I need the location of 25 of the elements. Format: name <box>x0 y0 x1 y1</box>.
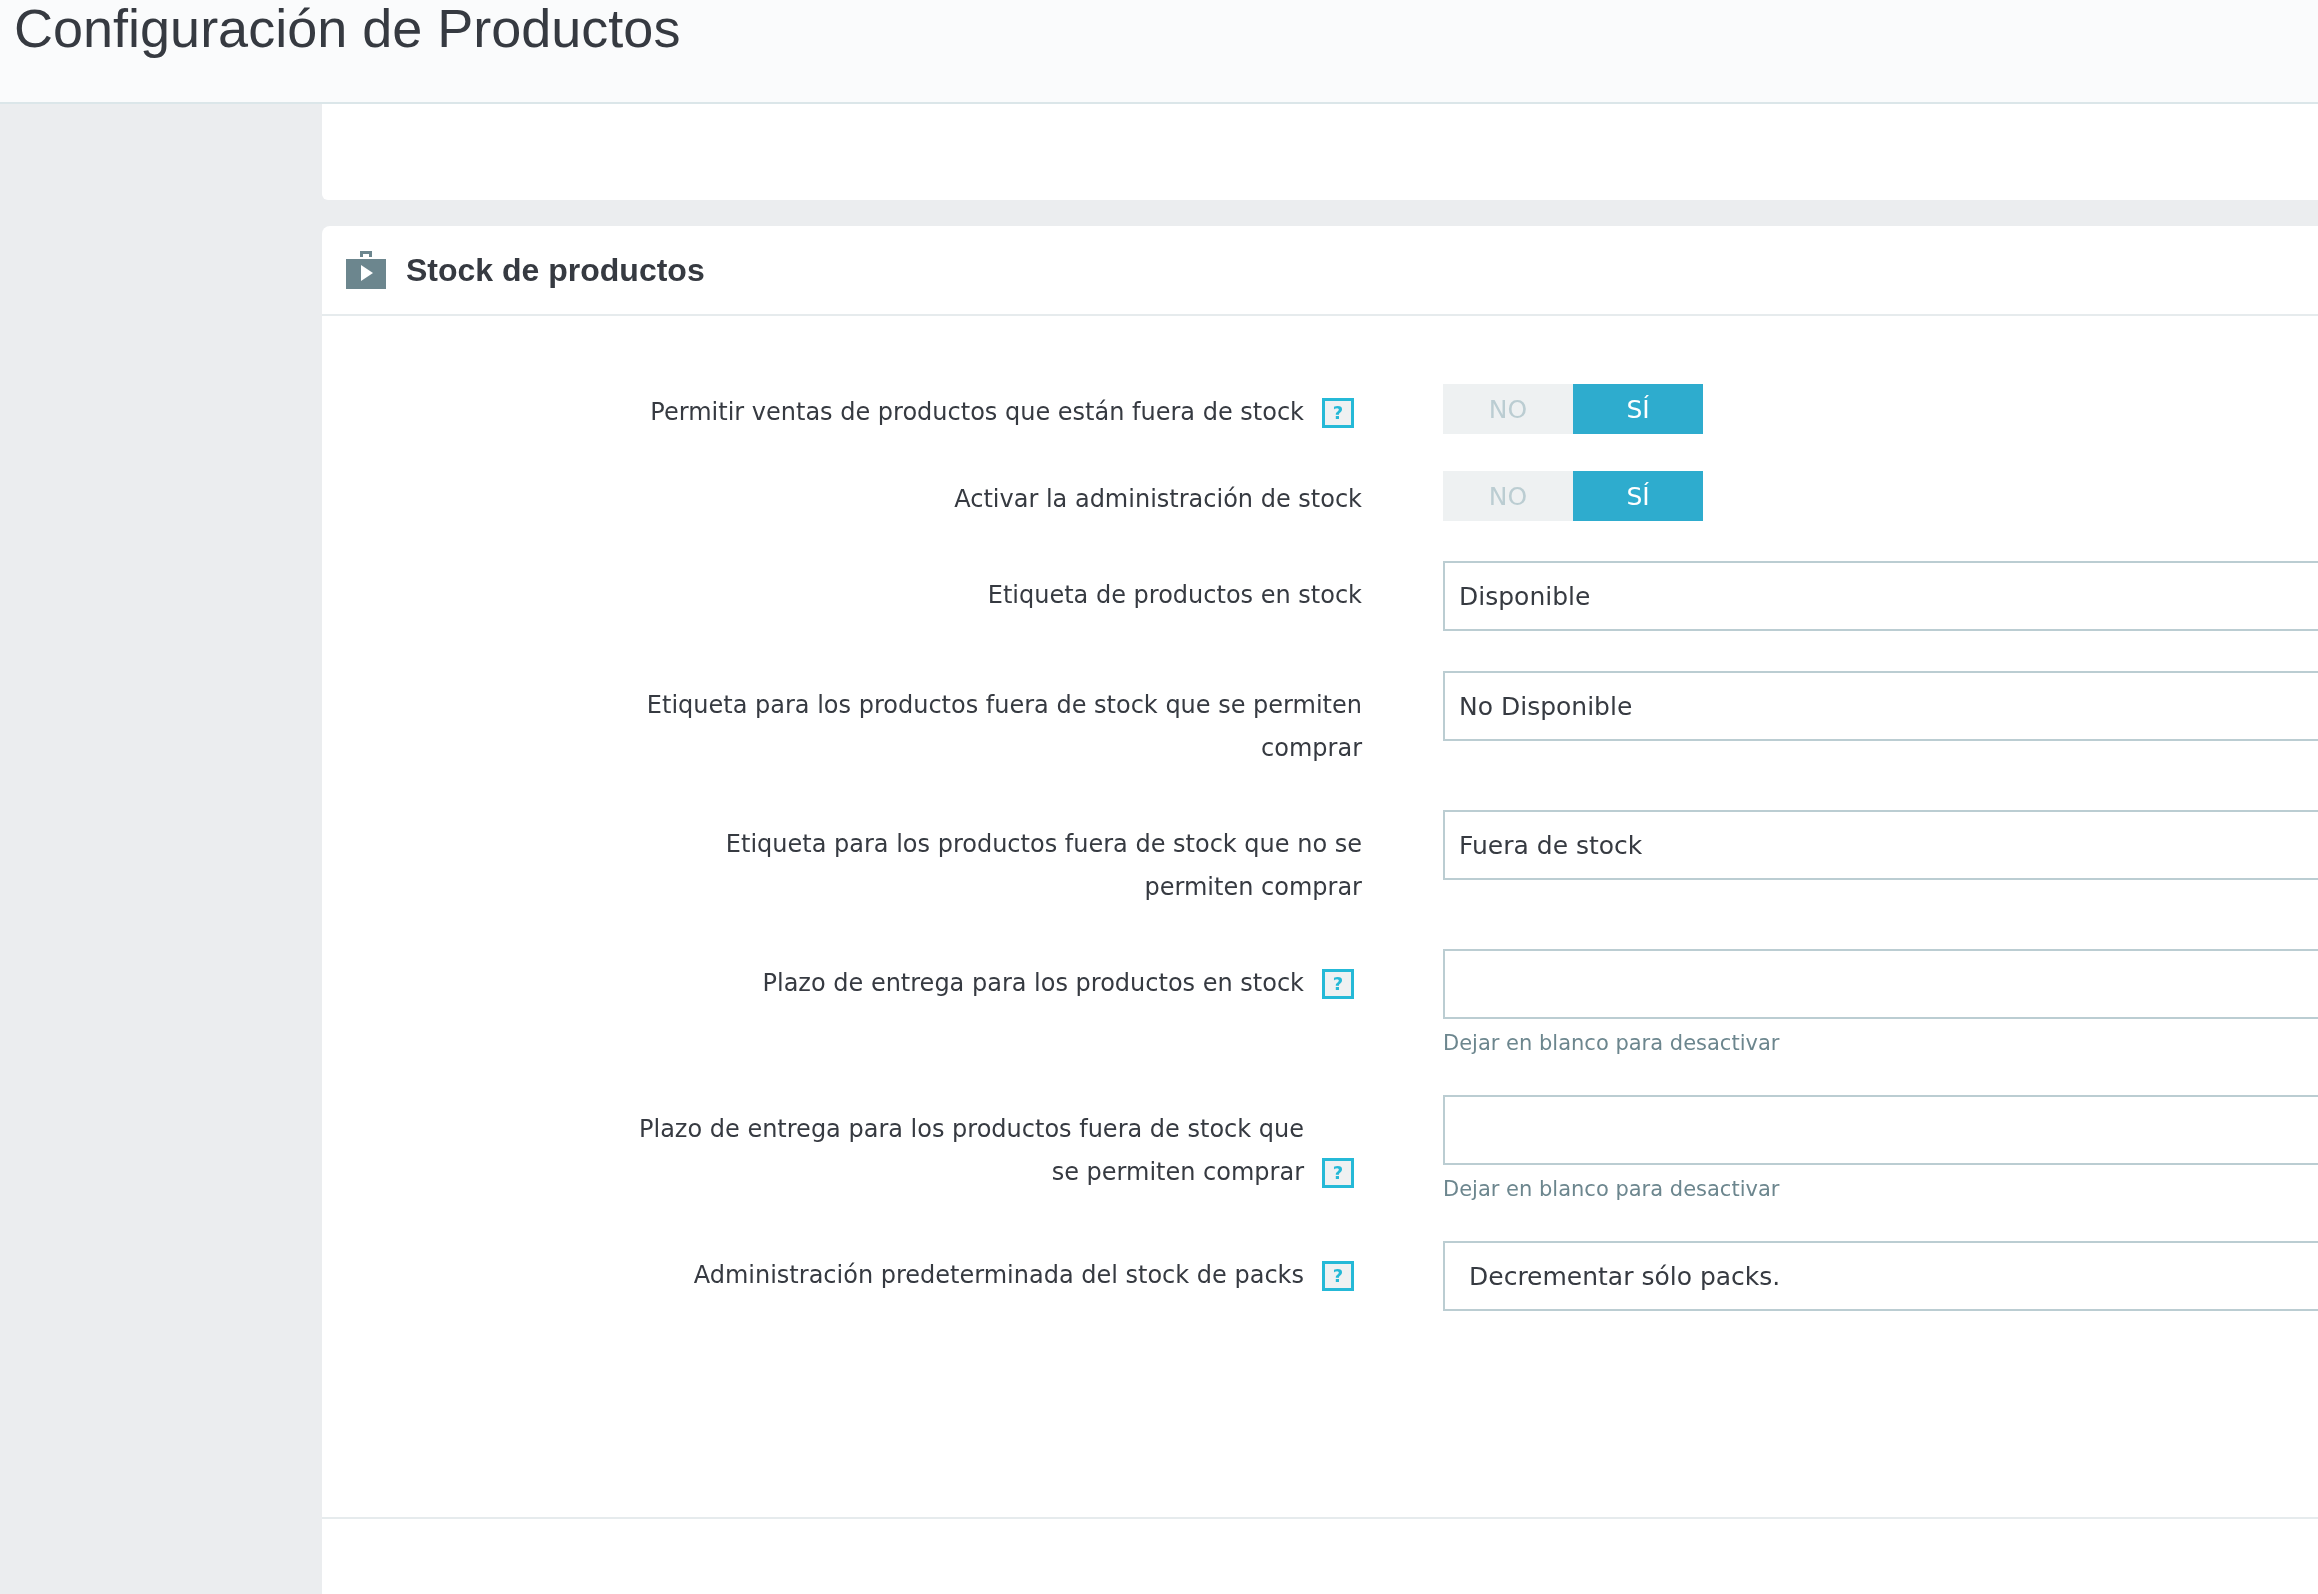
toggle-option[interactable]: SÍ <box>1573 471 1703 521</box>
input-field[interactable]: Disponible <box>1443 561 2318 631</box>
field-hint: Dejar en blanco para desactivar <box>1443 1031 1781 1055</box>
help-icon[interactable]: ? <box>1322 398 1354 428</box>
field-label: Plazo de entrega para los productos fuera de stock que se permiten comprar <box>638 1114 1304 1188</box>
field-label: Permitir ventas de productos que están fuera de stock <box>649 397 1304 428</box>
field-label: Administración predeterminada del stock de packs <box>692 1260 1304 1291</box>
input-field[interactable] <box>1443 949 2318 1019</box>
toggle-option[interactable]: SÍ <box>1573 384 1703 434</box>
help-icon[interactable]: ? <box>1322 969 1354 999</box>
input-field[interactable] <box>1443 1095 2318 1165</box>
dropdown-field[interactable]: Decrementar sólo packs. <box>1443 1241 2318 1311</box>
field-label: Activar la administración de stock <box>953 484 1362 515</box>
help-icon[interactable]: ? <box>1322 1261 1354 1291</box>
input-field[interactable]: No Disponible <box>1443 671 2318 741</box>
field-label: Etiqueta para los productos fuera de stock que no se permiten comprar <box>724 829 1362 903</box>
help-icon[interactable]: ? <box>1322 1158 1354 1188</box>
field-label: Plazo de entrega para los productos en stock <box>761 968 1304 999</box>
field-label: Etiqueta de productos en stock <box>986 580 1362 611</box>
field-hint: Dejar en blanco para desactivar <box>1443 1177 1781 1201</box>
input-field[interactable]: Fuera de stock <box>1443 810 2318 880</box>
panel-title: Stock de productos <box>406 251 705 289</box>
briefcase-play-icon <box>346 251 386 289</box>
page-title: Configuración de Productos <box>13 0 682 56</box>
field-label: Etiqueta para los productos fuera de stock que se permiten comprar <box>645 690 1362 764</box>
